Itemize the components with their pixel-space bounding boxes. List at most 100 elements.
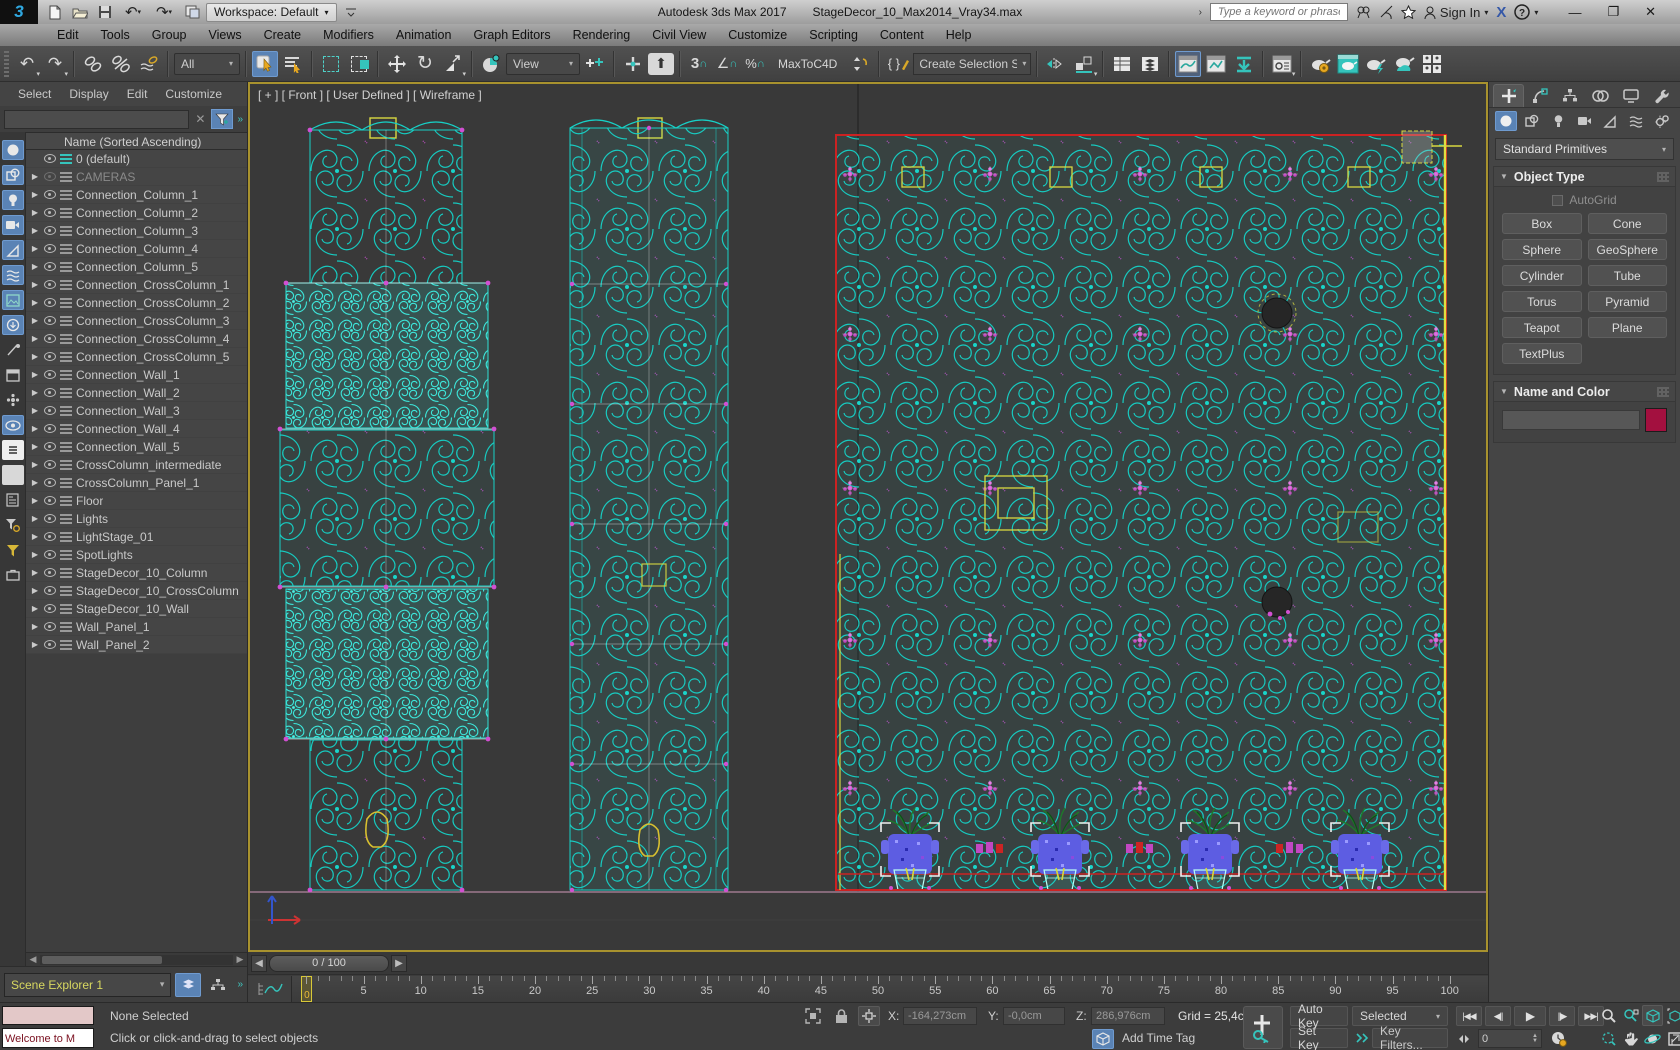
visibility-eye-icon[interactable] <box>44 172 56 181</box>
visibility-eye-icon[interactable] <box>44 442 56 451</box>
app-logo-icon[interactable]: 3 <box>0 0 38 24</box>
a360-gallery-button[interactable] <box>1419 51 1445 77</box>
select-by-name-button[interactable] <box>280 51 306 77</box>
panel-expand-chevrons[interactable]: » <box>237 114 243 125</box>
window-crossing-toggle[interactable] <box>346 51 372 77</box>
visibility-eye-icon[interactable] <box>44 568 56 577</box>
display-materials-toggle[interactable] <box>2 490 24 510</box>
menu-item[interactable]: Rendering <box>562 24 642 46</box>
angle-snap-toggle[interactable]: ∠∩ <box>714 51 740 77</box>
visibility-eye-icon[interactable] <box>44 388 56 397</box>
subtab-cameras[interactable] <box>1573 111 1595 131</box>
viewport-canvas[interactable] <box>250 84 1486 950</box>
scene-object-row[interactable]: ▶ Lights <box>26 510 247 528</box>
previous-frame-arrow[interactable]: ◀ <box>251 955 267 972</box>
select-and-rotate-button[interactable]: ↻ <box>412 51 438 77</box>
selection-set-key-dropdown[interactable]: Selected▾ <box>1352 1006 1448 1026</box>
edit-named-selection-sets-button[interactable]: { } <box>885 51 911 77</box>
clear-search-icon[interactable]: ✕ <box>193 112 207 126</box>
expand-arrow-icon[interactable]: ▶ <box>30 442 40 451</box>
expand-arrow-icon[interactable]: ▶ <box>30 226 40 235</box>
menu-item[interactable]: Group <box>141 24 198 46</box>
menu-item[interactable]: Customize <box>717 24 798 46</box>
menu-item[interactable]: Animation <box>385 24 463 46</box>
primitive-button[interactable]: Tube <box>1588 265 1668 286</box>
rendered-frame-window-button[interactable] <box>1335 51 1361 77</box>
search-filter-button[interactable] <box>211 109 233 129</box>
visibility-eye-icon[interactable] <box>44 424 56 433</box>
scroll-right-icon[interactable]: ▶ <box>233 954 247 965</box>
keyboard-shortcut-override-toggle[interactable] <box>620 51 646 77</box>
keyword-search-input[interactable] <box>1216 5 1342 19</box>
zoom-region-icon[interactable] <box>1598 1028 1619 1049</box>
visibility-eye-icon[interactable] <box>44 496 56 505</box>
menu-item[interactable]: Content <box>869 24 935 46</box>
next-frame-button[interactable]: ||▶ <box>1549 1006 1575 1026</box>
menu-item[interactable]: Modifiers <box>312 24 385 46</box>
expand-arrow-icon[interactable]: ▶ <box>30 406 40 415</box>
expand-arrow-icon[interactable]: ▶ <box>30 298 40 307</box>
y-coord-value[interactable]: -0,0cm <box>1003 1007 1065 1025</box>
display-groups-toggle[interactable] <box>2 390 24 410</box>
minimize-button[interactable]: — <box>1568 5 1581 20</box>
zoom-extents-all-icon[interactable] <box>1664 1005 1680 1026</box>
menu-item[interactable]: Tools <box>90 24 141 46</box>
menu-item[interactable]: Help <box>935 24 983 46</box>
expand-arrow-icon[interactable]: ▶ <box>30 478 40 487</box>
scroll-left-icon[interactable]: ◀ <box>26 954 40 965</box>
scene-object-row[interactable]: ▶ Connection_Column_1 <box>26 186 247 204</box>
display-cameras-toggle[interactable] <box>2 215 24 235</box>
viewport-label[interactable]: [ + ] [ Front ] [ User Defined ] [ Wiref… <box>258 88 482 102</box>
expand-arrow-icon[interactable]: ▶ <box>30 532 40 541</box>
expand-arrow-icon[interactable]: ▶ <box>30 262 40 271</box>
selection-lock-toggle[interactable] <box>830 1006 852 1026</box>
tab-create[interactable] <box>1493 84 1524 107</box>
set-key-button[interactable]: Set Key <box>1290 1028 1348 1048</box>
expand-arrow-icon[interactable]: ▶ <box>30 208 40 217</box>
display-xrefs-toggle[interactable] <box>2 365 24 385</box>
current-frame-spinner[interactable]: 0▲▼ <box>1478 1029 1542 1048</box>
select-and-manipulate-button[interactable] <box>582 51 608 77</box>
list-view-toggle[interactable] <box>2 440 24 460</box>
maxscript-mini-listener-white[interactable]: Welcome to M <box>2 1028 94 1048</box>
display-frozen-toggle[interactable] <box>2 465 24 485</box>
primitive-category-dropdown[interactable]: Standard Primitives▾ <box>1495 138 1674 160</box>
primitive-button[interactable]: Pyramid <box>1588 291 1668 312</box>
expand-arrow-icon[interactable]: ▶ <box>30 622 40 631</box>
isolate-selection-toggle[interactable] <box>802 1006 824 1026</box>
primitive-button[interactable]: Teapot <box>1502 317 1582 338</box>
menu-item[interactable]: Civil View <box>641 24 717 46</box>
scene-object-row[interactable]: ▶ StageDecor_10_Wall <box>26 600 247 618</box>
expand-arrow-icon[interactable]: ▶ <box>30 244 40 253</box>
visibility-eye-icon[interactable] <box>44 280 56 289</box>
select-and-link-icon[interactable] <box>80 51 106 77</box>
display-spacewarps-toggle[interactable] <box>2 265 24 285</box>
object-type-rollout-header[interactable]: ▼ Object Type <box>1494 167 1675 187</box>
visibility-eye-icon[interactable] <box>44 298 56 307</box>
tab-motion[interactable] <box>1586 84 1615 107</box>
visibility-eye-icon[interactable] <box>44 586 56 595</box>
expand-arrow-icon[interactable]: ▶ <box>30 190 40 199</box>
expand-arrow-icon[interactable]: ▶ <box>30 460 40 469</box>
primitive-button[interactable]: Torus <box>1502 291 1582 312</box>
display-bitmaps-toggle[interactable] <box>2 290 24 310</box>
scene-object-row[interactable]: ▶ Connection_Wall_2 <box>26 384 247 402</box>
visibility-eye-icon[interactable] <box>44 262 56 271</box>
z-coord-value[interactable]: 286,976cm <box>1091 1007 1165 1025</box>
autogrid-checkbox[interactable] <box>1552 195 1563 206</box>
new-file-button[interactable] <box>44 2 66 22</box>
save-button[interactable] <box>94 2 116 22</box>
scene-object-row[interactable]: ▶ 0 (default) <box>26 150 247 168</box>
maximize-button[interactable]: ❐ <box>1607 4 1619 20</box>
maxscript-mini-listener-pink[interactable] <box>2 1006 94 1025</box>
scene-object-row[interactable]: ▶ CAMERAS <box>26 168 247 186</box>
close-button[interactable]: ✕ <box>1645 4 1656 20</box>
primitive-button[interactable]: Plane <box>1588 317 1668 338</box>
zoom-all-icon[interactable] <box>1620 1005 1641 1026</box>
visibility-eye-icon[interactable] <box>44 460 56 469</box>
display-hidden-toggle[interactable] <box>2 415 24 435</box>
search-icon[interactable] <box>1356 5 1371 19</box>
visibility-eye-icon[interactable] <box>44 154 56 163</box>
align-button[interactable]: ▾ <box>1071 51 1097 77</box>
display-particles-toggle[interactable] <box>2 340 24 360</box>
